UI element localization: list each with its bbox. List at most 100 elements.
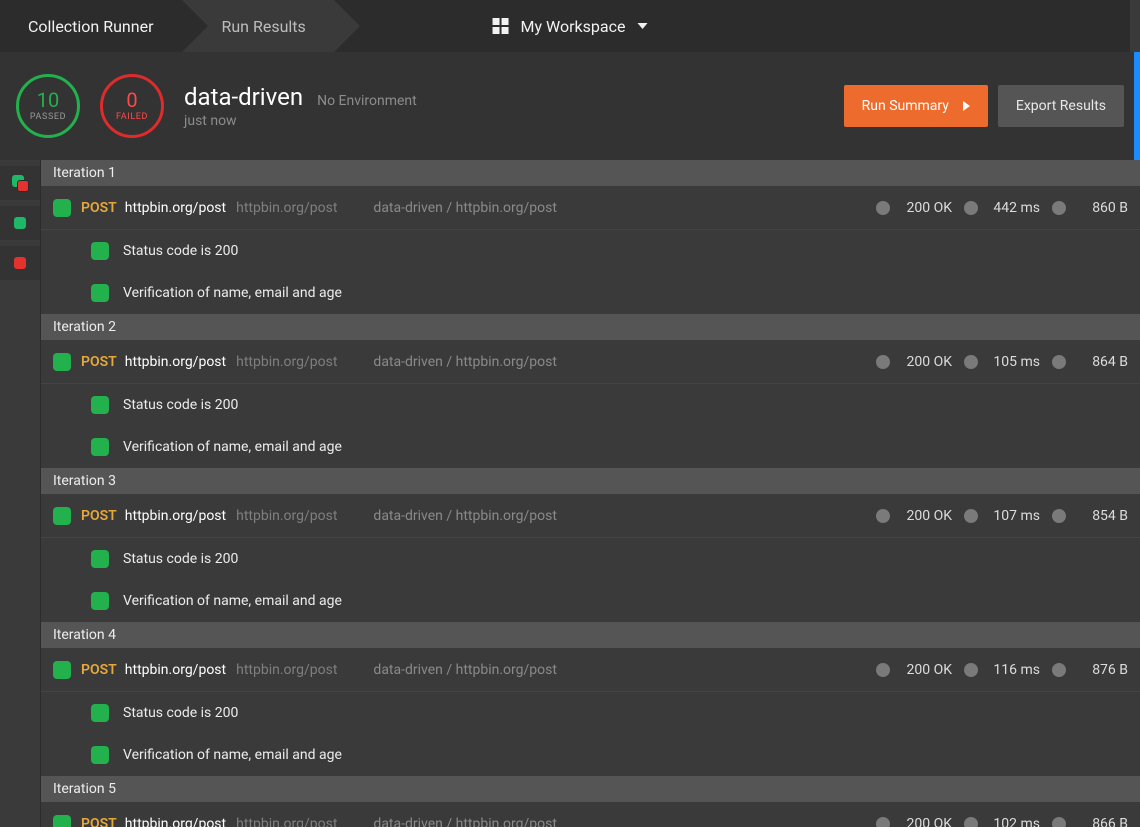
status-code: 200 OK (902, 200, 952, 216)
request-path: data-driven / httpbin.org/post (373, 354, 557, 370)
status-code: 200 OK (902, 816, 952, 827)
passed-donut: 10 PASSED (16, 74, 80, 138)
test-row[interactable]: Status code is 200 (41, 692, 1140, 734)
request-host: httpbin.org/post (236, 816, 337, 827)
chevron-right-icon (182, 0, 208, 52)
response-time: 105 ms (990, 354, 1040, 370)
dot-icon (1052, 509, 1066, 523)
export-results-button[interactable]: Export Results (998, 85, 1124, 127)
status-swatch (91, 396, 109, 414)
iteration-header[interactable]: Iteration 5 (41, 776, 1140, 802)
request-host: httpbin.org/post (236, 354, 337, 370)
dot-icon (1052, 663, 1066, 677)
response-size: 876 B (1078, 662, 1128, 678)
test-name: Status code is 200 (123, 551, 238, 567)
accent-strip (1134, 52, 1140, 160)
iteration-header[interactable]: Iteration 4 (41, 622, 1140, 648)
request-host: httpbin.org/post (236, 508, 337, 524)
dot-icon (964, 509, 978, 523)
tab-collection-runner[interactable]: Collection Runner (0, 0, 182, 52)
passed-count: 10 (37, 90, 59, 110)
dot-icon (876, 201, 890, 215)
response-time: 442 ms (990, 200, 1040, 216)
status-code: 200 OK (902, 354, 952, 370)
request-row[interactable]: POST httpbin.org/post httpbin.org/post data… (41, 802, 1140, 827)
iteration-header[interactable]: Iteration 3 (41, 468, 1140, 494)
status-swatch (91, 242, 109, 260)
dot-icon (964, 663, 978, 677)
request-row[interactable]: POSThttpbin.org/posthttpbin.org/postdata… (41, 494, 1140, 538)
request-metrics: 200 OK 105 ms 864 B (876, 354, 1128, 370)
square-green-icon (12, 215, 28, 231)
request-method: POST (81, 662, 117, 678)
iteration-header[interactable]: Iteration 2 (41, 314, 1140, 340)
test-row[interactable]: Verification of name, email and age (41, 580, 1140, 622)
results-list[interactable]: Iteration 1 POST httpbin.org/post httpbin.o… (40, 160, 1140, 827)
test-row[interactable]: Verification of name, email and age (41, 272, 1140, 314)
dot-icon (876, 355, 890, 369)
test-row[interactable]: Verification of name, email and age (41, 734, 1140, 776)
status-code: 200 OK (902, 508, 952, 524)
test-row[interactable]: Verification of name, email and age (41, 426, 1140, 468)
passed-label: PASSED (30, 112, 66, 122)
dot-icon (1052, 355, 1066, 369)
tab-label: Collection Runner (28, 17, 154, 36)
status-swatch (53, 353, 71, 371)
breadcrumb: Collection Runner Run Results (0, 0, 334, 52)
tab-label: Run Results (222, 17, 306, 36)
test-row[interactable]: Status code is 200 (41, 384, 1140, 426)
request-row[interactable]: POSThttpbin.org/posthttpbin.org/postdata… (41, 648, 1140, 692)
test-row[interactable]: Status code is 200 (41, 230, 1140, 272)
square-red-icon (12, 255, 28, 271)
status-swatch (53, 199, 71, 217)
response-size: 864 B (1078, 354, 1128, 370)
title-block: data-driven No Environment just now (184, 83, 417, 129)
dot-icon (876, 817, 890, 827)
request-path: data-driven / httpbin.org/post (373, 662, 557, 678)
body: Iteration 1 POST httpbin.org/post httpbin.o… (0, 160, 1140, 827)
sidebar (0, 160, 40, 827)
request-host: httpbin.org/post (236, 662, 337, 678)
test-name: Status code is 200 (123, 705, 238, 721)
sidebar-item-passed[interactable] (0, 206, 40, 240)
topbar-edge (1130, 0, 1140, 52)
status-swatch (91, 284, 109, 302)
request-row[interactable]: POSThttpbin.org/posthttpbin.org/postdata… (41, 340, 1140, 384)
request-name: httpbin.org/post (125, 200, 226, 216)
dot-icon (876, 509, 890, 523)
dot-icon (964, 201, 978, 215)
run-summary-button[interactable]: Run Summary (844, 85, 988, 127)
request-name: httpbin.org/post (125, 816, 226, 827)
chevron-down-icon (637, 23, 647, 29)
request-name: httpbin.org/post (125, 508, 226, 524)
request-metrics: 200 OK 102 ms 866 B (876, 816, 1128, 827)
status-swatch (53, 661, 71, 679)
export-results-label: Export Results (1016, 98, 1106, 114)
failed-label: FAILED (116, 112, 148, 122)
request-method: POST (81, 354, 117, 370)
test-name: Verification of name, email and age (123, 593, 342, 609)
dot-icon (964, 355, 978, 369)
workspace-switcher[interactable]: My Workspace (493, 17, 648, 36)
test-row[interactable]: Status code is 200 (41, 538, 1140, 580)
summary-actions: Run Summary Export Results (844, 85, 1124, 127)
iteration-header[interactable]: Iteration 1 (41, 160, 1140, 186)
response-size: 866 B (1078, 816, 1128, 827)
sidebar-item-all[interactable] (0, 166, 40, 200)
request-method: POST (81, 816, 117, 827)
run-summary-header: 10 PASSED 0 FAILED data-driven No Enviro… (0, 52, 1140, 160)
top-bar: Collection Runner Run Results My Workspa… (0, 0, 1140, 52)
sidebar-item-failed[interactable] (0, 246, 40, 280)
run-summary-label: Run Summary (862, 98, 949, 114)
dot-icon (1052, 817, 1066, 827)
request-path: data-driven / httpbin.org/post (373, 816, 557, 827)
request-host: httpbin.org/post (236, 200, 337, 216)
chevron-right-icon (334, 0, 360, 52)
request-metrics: 200 OK442 ms860 B (876, 200, 1128, 216)
request-row[interactable]: POSThttpbin.org/posthttpbin.org/postdata… (41, 186, 1140, 230)
collection-title: data-driven (184, 83, 303, 111)
response-time: 102 ms (990, 816, 1040, 827)
status-swatch (91, 550, 109, 568)
response-size: 854 B (1078, 508, 1128, 524)
request-path: data-driven / httpbin.org/post (373, 200, 557, 216)
